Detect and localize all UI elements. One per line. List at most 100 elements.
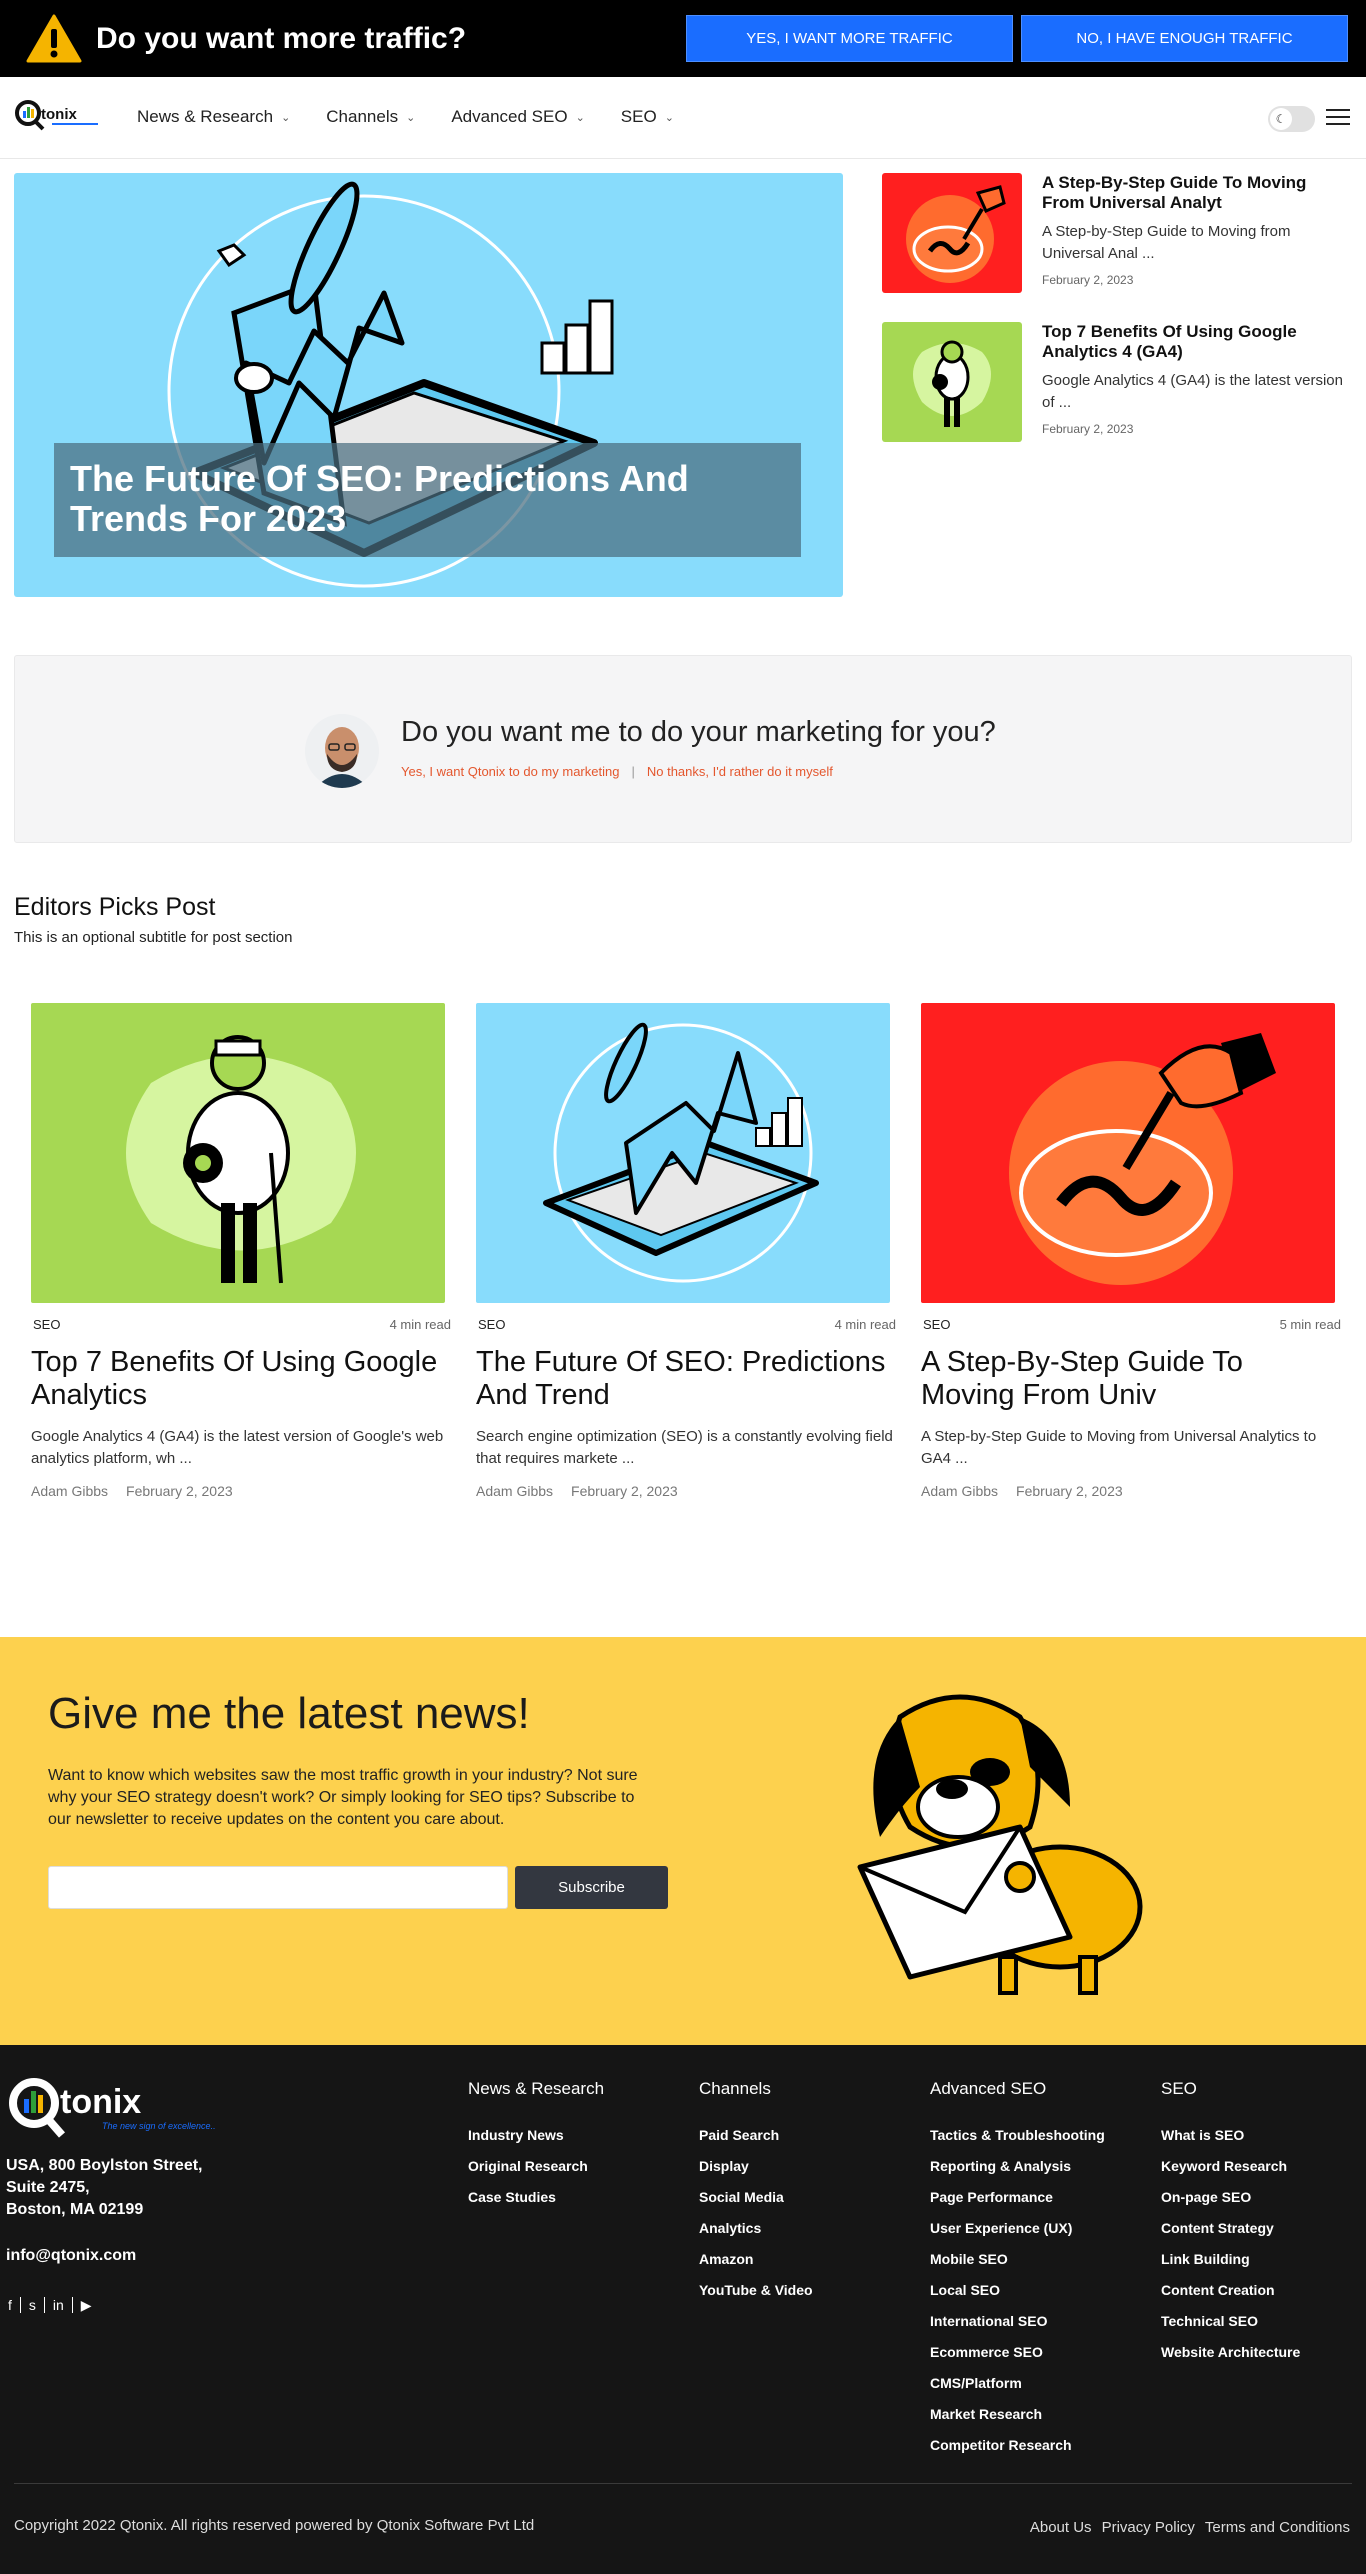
footer-link[interactable]: On-page SEO (1161, 2189, 1300, 2205)
footer-link[interactable]: Industry News (468, 2127, 604, 2143)
footer-link[interactable]: Social Media (699, 2189, 813, 2205)
footer-email-link[interactable]: info@qtonix.com (6, 2247, 136, 2265)
chevron-down-icon: ⌄ (575, 111, 585, 124)
newsletter-section: Give me the latest news! Want to know wh… (0, 1637, 1366, 2045)
post-card[interactable]: SEO 4 min read The Future Of SEO: Predict… (476, 1003, 896, 1499)
post-thumbnail[interactable] (882, 322, 1022, 442)
post-title[interactable]: A Step-By-Step Guide To Moving From Univ… (1042, 173, 1352, 213)
featured-post-title[interactable]: The Future Of SEO: Predictions And Trend… (54, 443, 801, 557)
footer-link[interactable]: Website Architecture (1161, 2344, 1300, 2360)
post-category[interactable]: SEO (923, 1317, 950, 1332)
site-logo[interactable]: tonix (14, 97, 102, 137)
footer-link[interactable]: Case Studies (468, 2189, 604, 2205)
post-thumbnail[interactable] (882, 173, 1022, 293)
footer-link[interactable]: Content Creation (1161, 2282, 1300, 2298)
footer-column-news-research: News & Research Industry News Original R… (468, 2079, 604, 2220)
footer-link[interactable]: Original Research (468, 2158, 604, 2174)
footer-link[interactable]: Content Strategy (1161, 2220, 1300, 2236)
footer-link[interactable]: International SEO (930, 2313, 1105, 2329)
footer-link[interactable]: Competitor Research (930, 2437, 1105, 2453)
footer-link[interactable]: Technical SEO (1161, 2313, 1300, 2329)
dark-mode-toggle[interactable]: ☾ (1268, 106, 1315, 132)
footer-link[interactable]: Tactics & Troubleshooting (930, 2127, 1105, 2143)
newsletter-email-input[interactable] (48, 1866, 508, 1909)
nav-label: Advanced SEO (451, 107, 568, 126)
footer-link[interactable]: Amazon (699, 2251, 813, 2267)
footer-link[interactable]: Mobile SEO (930, 2251, 1105, 2267)
side-post[interactable]: Top 7 Benefits Of Using Google Analytics… (882, 322, 1352, 442)
footer-link[interactable]: Link Building (1161, 2251, 1300, 2267)
privacy-policy-link[interactable]: Privacy Policy (1102, 2519, 1195, 2536)
terms-link[interactable]: Terms and Conditions (1205, 2519, 1350, 2536)
facebook-icon[interactable]: f (8, 2297, 21, 2313)
footer-link[interactable]: Market Research (930, 2406, 1105, 2422)
enough-traffic-button[interactable]: NO, I HAVE ENOUGH TRAFFIC (1021, 15, 1348, 62)
footer-link[interactable]: Page Performance (930, 2189, 1105, 2205)
footer-link[interactable]: CMS/Platform (930, 2375, 1105, 2391)
post-date: February 2, 2023 (1042, 273, 1134, 287)
read-time: 4 min read (389, 1317, 451, 1332)
post-thumbnail[interactable] (476, 1003, 890, 1303)
post-author[interactable]: Adam Gibbs (921, 1483, 998, 1499)
avatar (305, 714, 379, 788)
cta-yes-link[interactable]: Yes, I want Qtonix to do my marketing (401, 764, 619, 779)
nav-advanced-seo[interactable]: Advanced SEO ⌄ (451, 107, 584, 127)
about-us-link[interactable]: About Us (1030, 2519, 1092, 2536)
side-post[interactable]: A Step-By-Step Guide To Moving From Univ… (882, 173, 1352, 293)
post-author[interactable]: Adam Gibbs (31, 1483, 108, 1499)
cta-no-link[interactable]: No thanks, I'd rather do it myself (647, 764, 833, 779)
chevron-down-icon: ⌄ (664, 111, 674, 124)
post-category[interactable]: SEO (33, 1317, 60, 1332)
newsletter-text: Want to know which websites saw the most… (48, 1767, 638, 1828)
main-nav: News & Research ⌄ Channels ⌄ Advanced SEO ⌄… (137, 107, 674, 127)
site-header: tonix News & Research ⌄ Channels ⌄ Advance… (0, 77, 1366, 159)
footer-link[interactable]: Paid Search (699, 2127, 813, 2143)
chevron-down-icon: ⌄ (406, 111, 416, 124)
skype-icon[interactable]: s (21, 2297, 45, 2313)
post-title[interactable]: The Future Of SEO: Predictions And Trend (476, 1346, 896, 1412)
footer-column-title: SEO (1161, 2079, 1197, 2098)
marketing-cta-box: Do you want me to do your marketing for … (14, 655, 1352, 843)
post-date: February 2, 2023 (1042, 422, 1134, 436)
hamburger-menu-icon[interactable] (1326, 109, 1350, 127)
nav-channels[interactable]: Channels ⌄ (326, 107, 415, 127)
read-time: 5 min read (1279, 1317, 1341, 1332)
post-date: February 2, 2023 (571, 1483, 678, 1499)
divider (14, 2483, 1352, 2484)
traffic-promo-bar: Do you want more traffic? YES, I WANT MO… (0, 0, 1366, 77)
post-title[interactable]: Top 7 Benefits Of Using Google Analytics… (1042, 322, 1352, 362)
footer-link[interactable]: What is SEO (1161, 2127, 1300, 2143)
featured-post[interactable]: The Future Of SEO: Predictions And Trend… (14, 173, 843, 597)
cta-question: Do you want me to do your marketing for … (401, 716, 996, 748)
footer-link[interactable]: YouTube & Video (699, 2282, 813, 2298)
post-card[interactable]: SEO 5 min read A Step-By-Step Guide To Mo… (921, 1003, 1341, 1499)
post-thumbnail[interactable] (921, 1003, 1335, 1303)
nav-seo[interactable]: SEO ⌄ (621, 107, 674, 127)
post-title[interactable]: A Step-By-Step Guide To Moving From Univ (921, 1346, 1341, 1412)
footer-logo[interactable]: tonix The new sign of excellence.. (6, 2073, 216, 2147)
footer-link[interactable]: Analytics (699, 2220, 813, 2236)
footer-link[interactable]: Local SEO (930, 2282, 1105, 2298)
footer-link[interactable]: Keyword Research (1161, 2158, 1300, 2174)
svg-text:The new sign of excellence..: The new sign of excellence.. (102, 2121, 216, 2131)
want-more-traffic-button[interactable]: YES, I WANT MORE TRAFFIC (686, 15, 1013, 62)
subscribe-button[interactable]: Subscribe (515, 1866, 668, 1909)
post-thumbnail[interactable] (31, 1003, 445, 1303)
footer-link[interactable]: User Experience (UX) (930, 2220, 1105, 2236)
post-category[interactable]: SEO (478, 1317, 505, 1332)
youtube-icon[interactable]: ▶ (73, 2297, 100, 2313)
linkedin-icon[interactable]: in (45, 2297, 73, 2313)
newsletter-title: Give me the latest news! (48, 1689, 530, 1738)
post-card[interactable]: SEO 4 min read Top 7 Benefits Of Using Go… (31, 1003, 451, 1499)
nav-news-research[interactable]: News & Research ⌄ (137, 107, 290, 127)
svg-text:tonix: tonix (41, 106, 77, 123)
footer-link[interactable]: Display (699, 2158, 813, 2174)
post-date: February 2, 2023 (1016, 1483, 1123, 1499)
footer-column-seo: SEO What is SEO Keyword Research On-page… (1161, 2079, 1300, 2375)
footer-link[interactable]: Ecommerce SEO (930, 2344, 1105, 2360)
footer-link[interactable]: Reporting & Analysis (930, 2158, 1105, 2174)
footer-column-title: Advanced SEO (930, 2079, 1047, 2098)
post-title[interactable]: Top 7 Benefits Of Using Google Analytics (31, 1346, 451, 1412)
post-author[interactable]: Adam Gibbs (476, 1483, 553, 1499)
footer-column-title: Channels (699, 2079, 771, 2098)
